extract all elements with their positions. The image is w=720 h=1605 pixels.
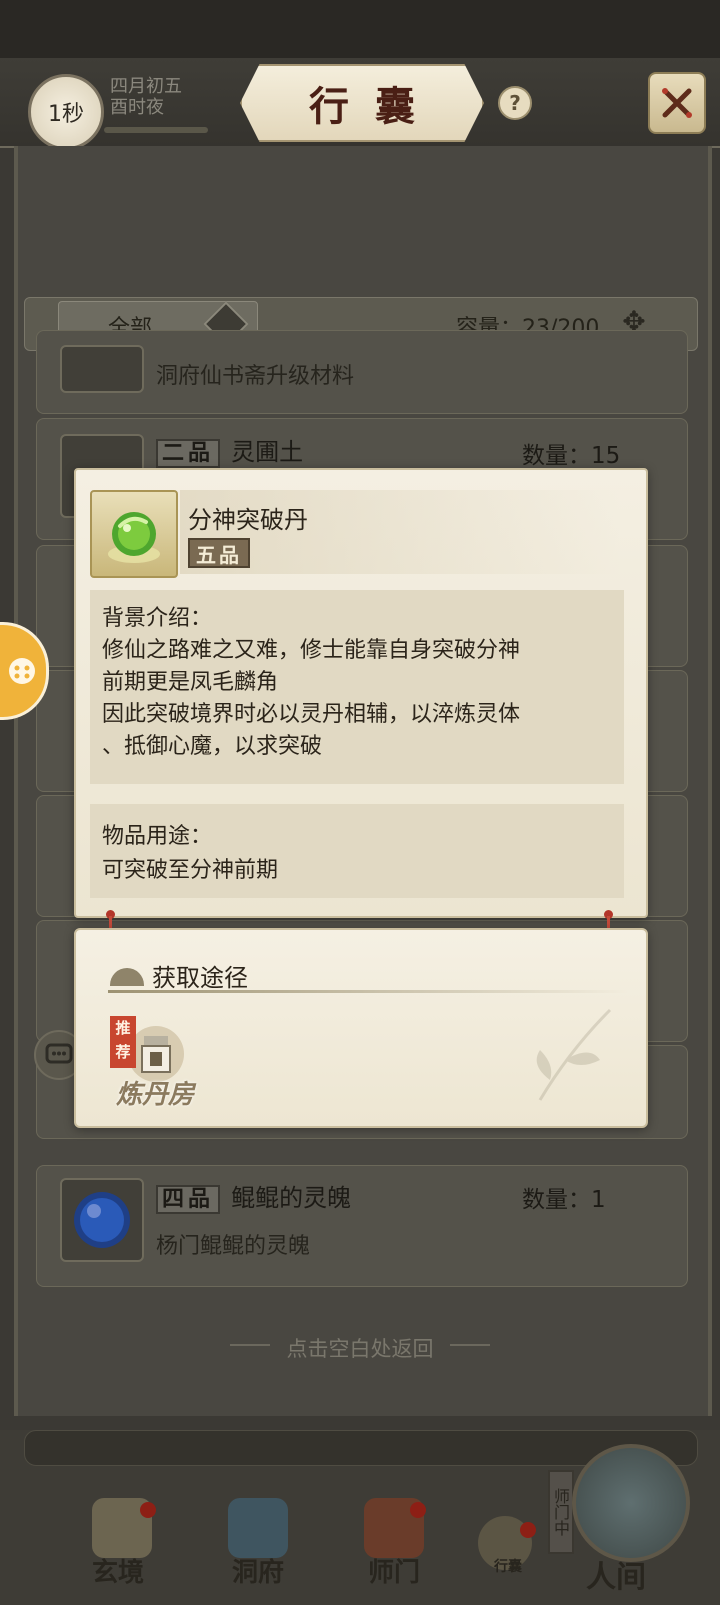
nav-item-dongfu[interactable]: 洞府	[232, 1552, 284, 1589]
nav-item-renjian[interactable]: 人间	[586, 1552, 646, 1596]
notification-dot	[520, 1522, 536, 1538]
game-date: 四月初五 酉时夜	[110, 76, 182, 118]
background-line: 修仙之路难之又难，修士能靠自身突破分神	[102, 638, 521, 663]
item-icon	[60, 1178, 144, 1262]
gamepad-icon	[9, 658, 35, 684]
item-header: 四品 鲲鲲的灵魄	[156, 1178, 352, 1214]
item-detail-icon	[90, 490, 178, 578]
background-text: 修仙之路难之又难，修士能靠自身突破分神 前期更是凤毛麟角 因此突破境界时必以灵丹…	[102, 635, 520, 763]
item-grade: 四品	[156, 1185, 221, 1214]
notification-dot	[410, 1502, 426, 1518]
item-grade: 二品	[156, 439, 221, 468]
acquisition-title: 获取途径	[152, 964, 248, 992]
acquisition-divider	[108, 990, 628, 993]
time-progress-bar	[104, 127, 208, 133]
item-description: 杨门鲲鲲的灵魄	[156, 1234, 311, 1259]
spirit-orb-icon	[74, 1192, 130, 1248]
help-button[interactable]: ?	[498, 86, 532, 120]
recommend-tag: 推荐	[110, 1016, 136, 1068]
bamboo-leaf-icon	[536, 1008, 612, 1101]
green-pill-icon	[108, 512, 160, 563]
master-status-tag: 师门中	[548, 1470, 574, 1554]
item-quantity: 数量：1	[522, 1187, 606, 1213]
nav-item-shimen[interactable]: 师门	[368, 1552, 420, 1589]
item-name: 灵圃土	[231, 438, 304, 466]
item-name: 鲲鲲的灵魄	[231, 1184, 352, 1212]
date-line-1: 四月初五	[110, 76, 182, 97]
usage-text: 可突破至分神前期	[102, 858, 279, 883]
date-line-2: 酉时夜	[110, 97, 164, 118]
dongfu-pavilion-icon	[228, 1498, 288, 1558]
close-button[interactable]	[648, 72, 706, 134]
alchemy-room-label: 炼丹房	[116, 1080, 195, 1110]
notification-dot	[140, 1502, 156, 1518]
background-line: 因此突破境界时必以灵丹相辅，以淬炼灵体	[102, 702, 521, 727]
close-icon	[662, 88, 692, 118]
item-detail-name: 分神突破丹	[188, 506, 308, 534]
background-line: 前期更是凤毛麟角	[102, 670, 279, 695]
background-line: 、抵御心魔，以求突破	[102, 734, 323, 759]
background-title: 背景介绍：	[102, 606, 213, 631]
timer-badge[interactable]: 1秒	[28, 74, 104, 150]
item-header: 二品 灵圃土	[156, 432, 304, 468]
usage-title: 物品用途：	[102, 824, 213, 849]
item-quantity: 数量：15	[522, 443, 621, 469]
page-title: 行囊	[309, 83, 441, 130]
world-landscape-icon	[572, 1444, 690, 1562]
tap-to-return-hint: 点击空白处返回	[286, 1337, 434, 1361]
item-description: 洞府仙书斋升级材料	[156, 364, 355, 389]
item-icon	[60, 345, 144, 393]
status-bar	[0, 0, 720, 58]
item-detail-grade: 五品	[188, 538, 250, 568]
nav-item-xingnang[interactable]: 行囊	[494, 1556, 522, 1576]
nav-item-xuanjing[interactable]: 玄境	[92, 1552, 144, 1589]
page-title-plate: 行囊	[240, 64, 484, 142]
